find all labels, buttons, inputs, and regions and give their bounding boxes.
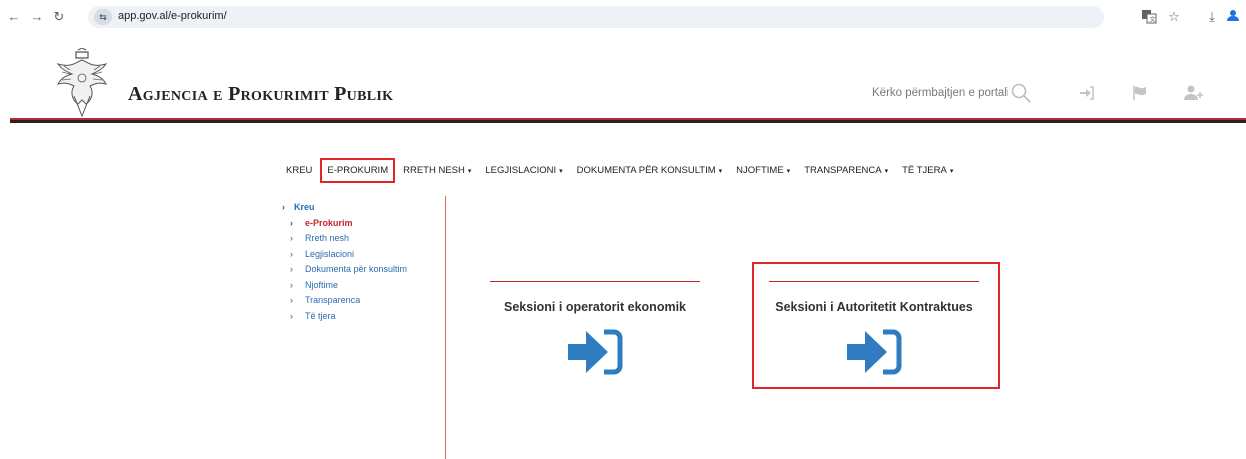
coat-of-arms-logo[interactable] bbox=[56, 48, 108, 124]
caret-down-icon: ▾ bbox=[467, 167, 472, 175]
caret-down-icon: ▾ bbox=[559, 167, 563, 175]
search-icon[interactable] bbox=[1010, 82, 1032, 104]
back-icon[interactable]: ← bbox=[6, 9, 22, 25]
sidebar-item-legjislacioni[interactable]: › Legjislacioni bbox=[282, 247, 442, 263]
flag-icon[interactable] bbox=[1131, 84, 1149, 102]
chevron-right-icon: › bbox=[290, 233, 293, 243]
operator-section-card[interactable]: Seksioni i operatorit ekonomik bbox=[490, 281, 710, 391]
sidebar-item-njoftime[interactable]: › Njoftime bbox=[282, 278, 442, 294]
enter-arrow-icon[interactable] bbox=[566, 329, 624, 375]
menu-item-legjislacioni[interactable]: LEGJISLACIONI ▾ bbox=[485, 165, 562, 176]
sidebar-item-transparenca[interactable]: › Transparenca bbox=[282, 293, 442, 309]
menu-item-kreu[interactable]: KREU bbox=[286, 165, 312, 176]
chevron-right-icon: › bbox=[290, 310, 293, 321]
sidebar-item-kreu[interactable]: › Kreu bbox=[282, 200, 442, 216]
download-icon[interactable]: ⤓ bbox=[1203, 8, 1221, 26]
url-text[interactable]: app.gov.al/e-prokurim/ bbox=[118, 10, 227, 22]
bookmark-star-icon[interactable]: ☆ bbox=[1165, 8, 1183, 26]
search-box[interactable] bbox=[872, 82, 1032, 104]
browser-toolbar: ← → ↻ ⇆ app.gov.al/e-prokurim/ 文 ☆ ⤓ bbox=[0, 0, 1246, 34]
menu-item-e-prokurim[interactable]: E-PROKURIM bbox=[320, 157, 396, 183]
svg-text:文: 文 bbox=[1150, 16, 1156, 24]
sidebar-item-dokumenta[interactable]: › Dokumenta për konsultim bbox=[282, 262, 442, 278]
forward-icon[interactable]: → bbox=[29, 9, 45, 25]
section-divider bbox=[490, 281, 700, 282]
menu-item-te-tjera[interactable]: TË TJERA ▾ bbox=[902, 165, 953, 176]
header-divider bbox=[10, 120, 1246, 123]
sidebar-item-te-tjera[interactable]: › Të tjera bbox=[282, 309, 442, 325]
sidebar-divider bbox=[445, 196, 446, 459]
caret-down-icon: ▾ bbox=[786, 167, 791, 175]
address-bar[interactable]: ⇆ app.gov.al/e-prokurim/ bbox=[88, 6, 1104, 28]
authority-highlight-box bbox=[752, 262, 1000, 389]
menu-item-njoftime[interactable]: NJOFTIME ▾ bbox=[736, 165, 790, 176]
caret-down-icon: ▾ bbox=[949, 167, 954, 175]
profile-icon[interactable] bbox=[1224, 8, 1242, 26]
caret-down-icon: ▾ bbox=[718, 167, 723, 175]
login-icon[interactable] bbox=[1078, 84, 1096, 102]
chevron-right-icon: › bbox=[290, 264, 293, 274]
chevron-right-icon: › bbox=[282, 202, 285, 212]
chevron-right-icon: › bbox=[290, 279, 293, 290]
reload-icon[interactable]: ↻ bbox=[51, 9, 67, 25]
site-info-icon[interactable]: ⇆ bbox=[94, 9, 112, 25]
menu-item-transparenca[interactable]: TRANSPARENCA ▾ bbox=[804, 165, 888, 176]
agency-title[interactable]: Agjencia e Prokurimit Publik bbox=[128, 83, 393, 106]
operator-section-title[interactable]: Seksioni i operatorit ekonomik bbox=[490, 300, 700, 314]
chevron-right-icon: › bbox=[290, 217, 293, 228]
sidebar-item-rreth-nesh[interactable]: › Rreth nesh bbox=[282, 231, 442, 247]
site-header: Agjencia e Prokurimit Publik bbox=[0, 34, 1246, 134]
translate-icon[interactable]: 文 bbox=[1140, 8, 1158, 26]
caret-down-icon: ▾ bbox=[884, 167, 889, 175]
chevron-right-icon: › bbox=[290, 248, 293, 259]
menu-item-rreth-nesh[interactable]: RRETH NESH ▾ bbox=[403, 165, 471, 176]
add-user-icon[interactable] bbox=[1183, 84, 1205, 102]
sidebar-item-e-prokurim[interactable]: › e-Prokurim bbox=[282, 216, 442, 232]
search-input[interactable] bbox=[872, 82, 1008, 104]
menu-item-dokumenta[interactable]: DOKUMENTA PËR KONSULTIM ▾ bbox=[577, 165, 723, 176]
chevron-right-icon: › bbox=[290, 295, 293, 305]
sidebar-nav: › Kreu › e-Prokurim › Rreth nesh › Legjislac… bbox=[282, 200, 442, 324]
main-menu: KREU E-PROKURIM RRETH NESH ▾ LEGJISLACION… bbox=[286, 157, 967, 183]
